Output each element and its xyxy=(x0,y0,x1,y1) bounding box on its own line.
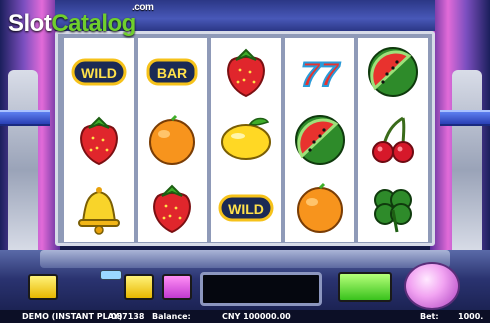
watermelon-symbol-icon xyxy=(288,110,352,170)
seven-text: 77 xyxy=(301,56,341,94)
yellow-button-left[interactable] xyxy=(28,274,58,300)
slotcatalog-logo: SlotCatalog .com xyxy=(8,2,154,46)
logo-catalog-text: Catalog xyxy=(51,10,136,37)
green-button[interactable] xyxy=(338,272,392,302)
bet-label: Bet: xyxy=(420,312,439,321)
strawberry-symbol-icon xyxy=(67,110,131,170)
console-rim xyxy=(40,250,450,268)
info-bar: DEMO (INSTANT PLAY) 087138 Balance: CNY … xyxy=(0,310,490,323)
lemon-symbol-icon xyxy=(214,110,278,170)
right-chrome-panel xyxy=(452,70,482,270)
bell-symbol-icon xyxy=(67,178,131,238)
cherries-symbol-icon xyxy=(361,110,425,170)
reel-2: BAR xyxy=(137,38,208,242)
wild-text: WILD xyxy=(228,201,264,217)
right-blue-stripe xyxy=(440,110,490,126)
session-id: 087138 xyxy=(111,312,145,321)
watermelon-symbol-icon xyxy=(361,42,425,102)
reel-3: WILD xyxy=(211,38,281,242)
bar-text: BAR xyxy=(157,65,187,81)
mode-label: DEMO (INSTANT PLAY) xyxy=(22,312,123,321)
bet-value: 1000. xyxy=(458,312,484,321)
strawberry-symbol-icon xyxy=(214,42,278,102)
spin-button[interactable] xyxy=(404,262,460,310)
seven-symbol-icon: 77 xyxy=(288,42,352,102)
balance-value: CNY 100000.00 xyxy=(222,312,291,321)
magenta-button[interactable] xyxy=(162,274,192,300)
reel-4: 77 xyxy=(284,38,355,242)
bar-symbol-icon: BAR xyxy=(140,42,204,102)
balance-label: Balance: xyxy=(152,312,191,321)
orange-symbol-icon xyxy=(140,110,204,170)
orange-symbol-icon xyxy=(288,178,352,238)
wild-symbol-icon: WILD xyxy=(214,178,278,238)
wild-symbol-icon: WILD xyxy=(67,42,131,102)
wild-text: WILD xyxy=(81,65,117,81)
left-blue-stripe xyxy=(0,110,50,126)
cyan-indicator-button[interactable] xyxy=(100,270,122,280)
reel-frame: WILD BAR WILD 77 xyxy=(55,31,435,246)
reel-1: WILD xyxy=(64,38,134,242)
clover-symbol-icon xyxy=(361,178,425,238)
logo-slot-text: Slot xyxy=(8,10,52,37)
slot-game-screen: WILD BAR WILD 77 SlotCatalog .com DEMO (INS… xyxy=(0,0,490,323)
reel-5 xyxy=(358,38,428,242)
yellow-button-right[interactable] xyxy=(124,274,154,300)
console-display xyxy=(200,272,322,306)
logo-dotcom-text: .com xyxy=(132,2,154,13)
reels-grid: WILD BAR WILD 77 xyxy=(64,38,428,242)
strawberry-symbol-icon xyxy=(140,178,204,238)
left-chrome-panel xyxy=(8,70,38,270)
